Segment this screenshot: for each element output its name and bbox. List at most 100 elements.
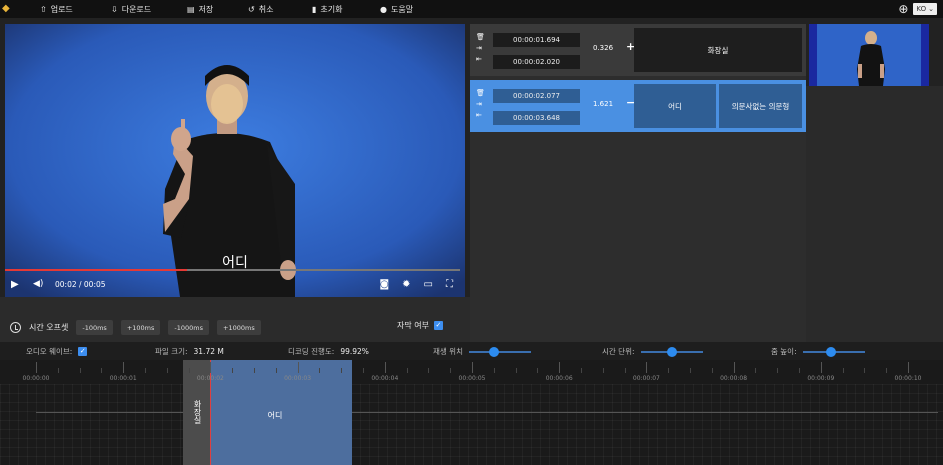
subtitle-checkbox[interactable]: ✓ xyxy=(433,321,443,330)
top-toolbar: ◆ ⇧ 업로드 ⇩ 다운로드 ▤ 저장 ↺ 취소 ▮ 초기화 ● 도움말 ⊕ K… xyxy=(0,0,943,18)
timeline-tick-label: 00:00:07 xyxy=(632,375,660,382)
undo-label: 취소 xyxy=(258,4,274,14)
upload-icon: ⇧ xyxy=(40,4,47,14)
timeline[interactable]: 화장실 어디 00:00:00 00:00:01 00:00:02 00:00:03 0… xyxy=(0,360,943,465)
video-player[interactable]: 어디 ▶ ◀) 00:02 / 00:05 ◙ ✹ ▭ ⛶ xyxy=(5,24,465,297)
reset-button[interactable]: ▮ 초기화 xyxy=(312,0,343,18)
subtitle-row[interactable]: 🗑 ⇥ ⇤ 00:00:02.077 00:00:03.648 1.621 − 어디… xyxy=(470,80,806,132)
timeline-minor-tick xyxy=(602,368,604,373)
subtitle-text-cell[interactable]: 화장실 xyxy=(634,28,802,72)
timeline-minor-tick xyxy=(777,368,779,373)
row-tool-icons[interactable]: 🗑 ⇥ ⇤ xyxy=(476,32,486,65)
timeline-minor-tick xyxy=(428,368,430,373)
end-time-field[interactable]: 00:00:02.020 xyxy=(493,55,580,69)
timeline-minor-tick xyxy=(886,368,888,373)
volume-icon[interactable]: ◀) xyxy=(33,279,43,289)
timeline-region[interactable]: 어디 xyxy=(210,360,352,465)
timeline-tick-mark xyxy=(297,362,299,373)
timeline-tick-label: 00:00:09 xyxy=(807,375,835,382)
video-controls: ▶ ◀) 00:02 / 00:05 ◙ ✹ ▭ ⛶ xyxy=(5,275,465,293)
waveform-toggle[interactable]: 오디오 웨이브: ✓ xyxy=(26,346,88,357)
subtitle-text-cell[interactable]: 의문사없는 의문형 xyxy=(719,84,802,128)
timeline-minor-tick xyxy=(57,368,59,373)
waveform-line xyxy=(36,412,938,413)
timeline-minor-tick xyxy=(690,368,691,373)
settings-icon[interactable]: ✹ xyxy=(402,279,410,290)
subtitle-text-cell[interactable]: 어디 xyxy=(634,84,716,128)
playpos-slider-knob[interactable] xyxy=(488,346,499,357)
timeline-tick-label: 00:00:00 xyxy=(22,375,50,382)
save-icon: ▤ xyxy=(187,4,195,14)
reset-label: 초기화 xyxy=(320,4,343,14)
theater-mode-icon[interactable]: ▭ xyxy=(424,279,433,290)
subtitle-row[interactable]: 🗑 ⇥ ⇤ 00:00:01.694 00:00:02.020 0.326 + 화장… xyxy=(470,24,806,76)
timeunit-slider[interactable] xyxy=(640,346,703,357)
timeline-minor-tick xyxy=(799,368,800,373)
download-icon: ⇩ xyxy=(111,4,118,14)
timeline-tick-label: 00:00:04 xyxy=(371,375,399,382)
waveform-checkbox[interactable]: ✓ xyxy=(78,347,88,356)
timeline-minor-tick xyxy=(341,368,343,373)
timeline-minor-tick xyxy=(406,368,408,373)
undo-button[interactable]: ↺ 취소 xyxy=(248,0,273,18)
timeline-tick-label: 00:00:02 xyxy=(196,375,224,382)
playpos-control: 재생 위치 xyxy=(433,346,531,357)
download-button[interactable]: ⇩ 다운로드 xyxy=(111,0,151,18)
reset-icon: ▮ xyxy=(312,4,317,14)
fullscreen-icon[interactable]: ⛶ xyxy=(446,279,453,290)
timeline-tick-mark xyxy=(733,362,735,373)
timeline-minor-tick xyxy=(624,368,626,373)
subtitle-toggle[interactable]: 자막 여부 ✓ xyxy=(397,320,443,331)
timeline-tick-label: 00:00:08 xyxy=(720,375,748,382)
offset-minus-1000-button[interactable]: -1000ms xyxy=(168,320,210,335)
zoom-control: 줌 높이: xyxy=(771,346,865,357)
playpos-label: 재생 위치 xyxy=(433,347,463,356)
timeline-minor-tick xyxy=(79,368,81,373)
timeline-region-label: 어디 xyxy=(267,411,283,420)
playpos-slider[interactable] xyxy=(468,346,531,357)
timeline-minor-tick xyxy=(101,368,103,373)
offset-plus-1000-button[interactable]: +1000ms xyxy=(217,320,261,335)
timeline-minor-tick xyxy=(275,368,277,373)
save-button[interactable]: ▤ 저장 xyxy=(187,0,213,18)
filesize-label: 파일 크기: xyxy=(155,347,188,356)
language-select[interactable]: KO ⌄ xyxy=(913,3,937,15)
end-time-field[interactable]: 00:00:03.648 xyxy=(493,111,580,125)
timeline-minor-tick xyxy=(166,368,168,373)
camera-icon[interactable]: ◙ xyxy=(379,279,389,290)
offset-minus-100-button[interactable]: -100ms xyxy=(76,320,113,335)
row-tool-icons[interactable]: 🗑 ⇥ ⇤ xyxy=(476,88,486,121)
right-panel xyxy=(806,86,943,342)
timeline-tick-mark xyxy=(123,362,125,373)
app-logo-icon: ◆ xyxy=(2,3,10,14)
timeline-minor-tick xyxy=(188,368,190,373)
filesize-info: 파일 크기: 31.72 M xyxy=(155,346,224,357)
duration-text: 1.621 xyxy=(593,100,614,108)
time-offset-controls: 시간 오프셋 -100ms +100ms -1000ms +1000ms xyxy=(10,320,261,335)
zoom-slider[interactable] xyxy=(802,346,865,357)
timeline-minor-tick xyxy=(864,368,866,373)
start-time-field[interactable]: 00:00:01.694 xyxy=(493,33,580,47)
video-progress-bar[interactable] xyxy=(5,269,460,271)
timeunit-slider-knob[interactable] xyxy=(666,346,677,357)
upload-button[interactable]: ⇧ 업로드 xyxy=(40,0,73,18)
subtitle-editor-app: ◆ ⇧ 업로드 ⇩ 다운로드 ▤ 저장 ↺ 취소 ▮ 초기화 ● 도움말 ⊕ K… xyxy=(0,0,943,465)
timeline-minor-tick xyxy=(493,368,495,373)
timeline-grid xyxy=(0,384,943,465)
timeunit-control: 시간 단위: xyxy=(602,346,703,357)
info-bar: 오디오 웨이브: ✓ 파일 크기: 31.72 M 디코딩 진행도: 99.92… xyxy=(0,342,943,360)
globe-icon: ⊕ xyxy=(898,2,909,16)
video-thumbnail[interactable] xyxy=(809,24,929,86)
play-icon[interactable]: ▶ xyxy=(11,279,19,290)
timeline-minor-tick xyxy=(319,368,321,373)
save-label: 저장 xyxy=(198,4,214,14)
timeline-tick-mark xyxy=(646,362,648,373)
duration-text: 0.326 xyxy=(593,44,614,52)
timeline-minor-tick xyxy=(450,368,452,373)
start-time-field[interactable]: 00:00:02.077 xyxy=(493,89,580,103)
help-button[interactable]: ● 도움말 xyxy=(380,0,413,18)
offset-plus-100-button[interactable]: +100ms xyxy=(120,320,161,335)
timeline-minor-tick xyxy=(145,368,146,373)
timeline-tick-mark xyxy=(210,362,212,373)
zoom-slider-knob[interactable] xyxy=(825,346,836,357)
